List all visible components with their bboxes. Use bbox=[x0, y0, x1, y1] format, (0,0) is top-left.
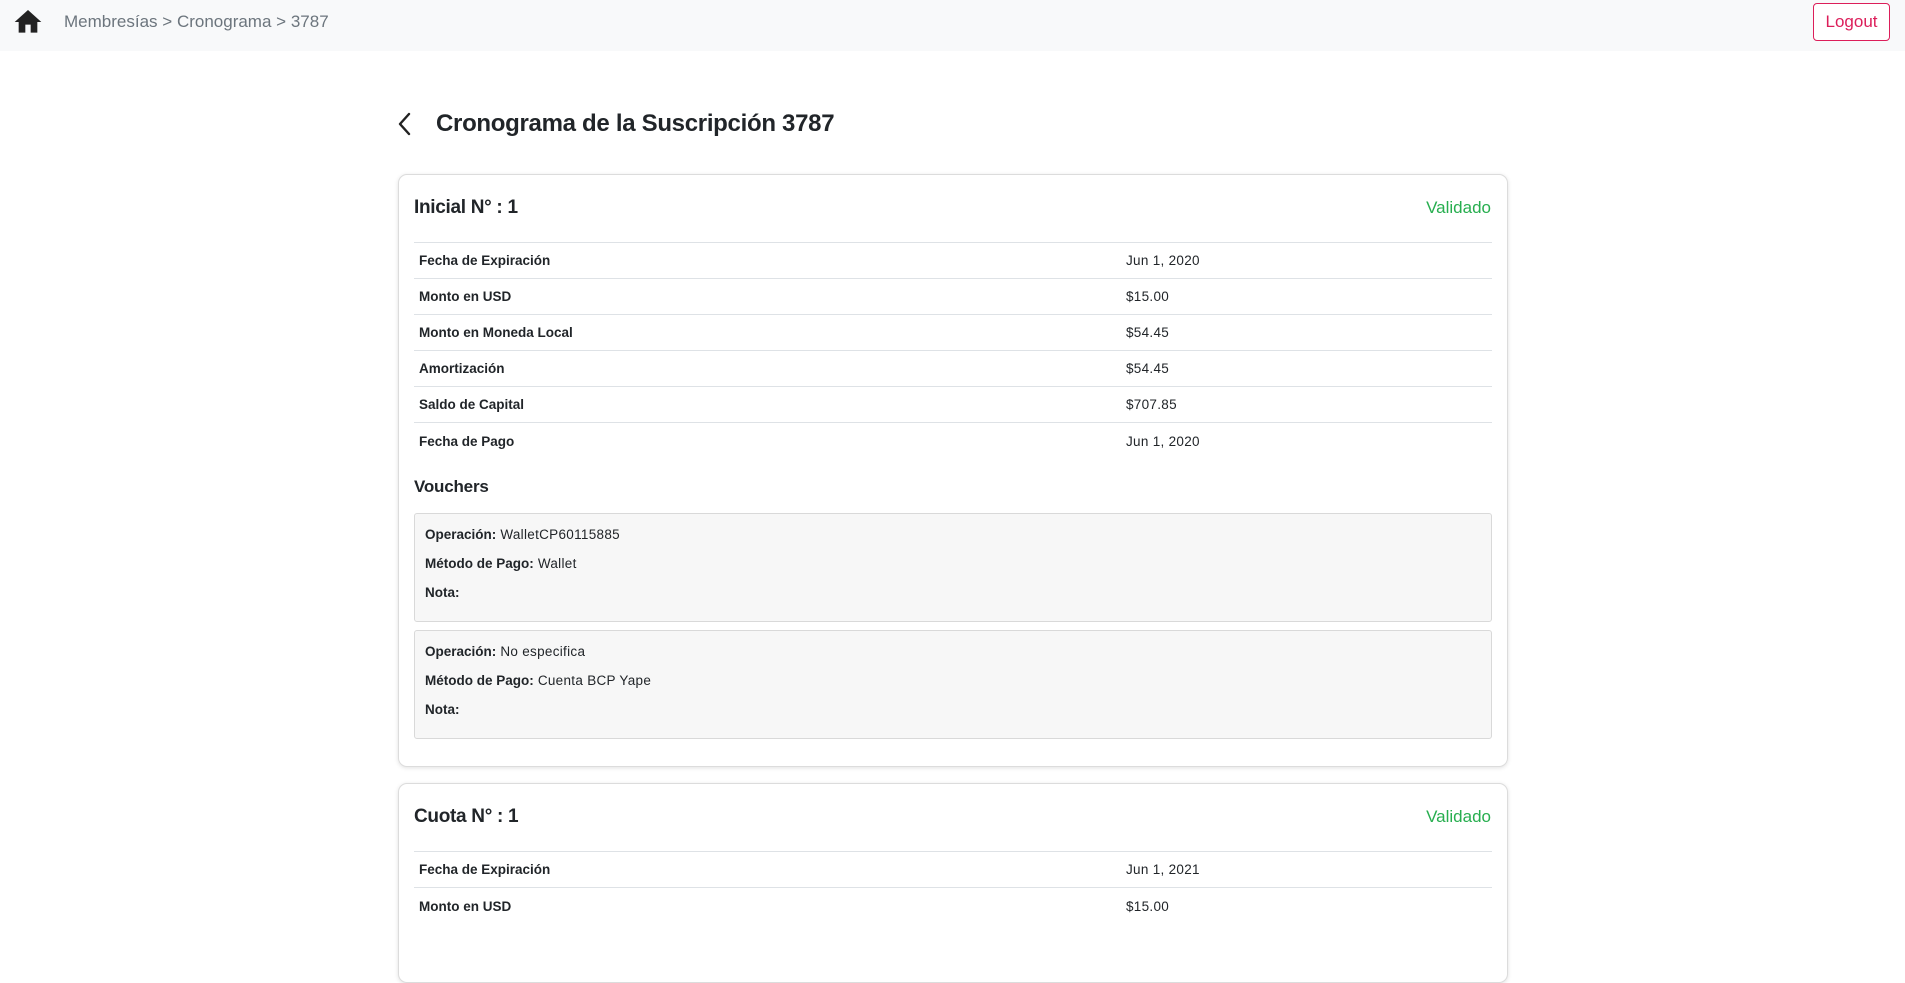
table-row: Fecha de Pago Jun 1, 2020 bbox=[414, 423, 1492, 459]
breadcrumb-item-current: 3787 bbox=[290, 12, 329, 31]
table-row: Fecha de Expiración Jun 1, 2021 bbox=[414, 852, 1492, 888]
method-value: Wallet bbox=[537, 556, 577, 571]
page-header: Cronograma de la Suscripción 3787 bbox=[394, 106, 835, 142]
note-label: Nota: bbox=[425, 702, 460, 717]
row-label: Saldo de Capital bbox=[419, 397, 525, 412]
table-row: Monto en USD $15.00 bbox=[414, 888, 1492, 924]
voucher-method: Método de Pago: Cuenta BCP Yape bbox=[425, 666, 1481, 695]
row-value: Jun 1, 2020 bbox=[1126, 253, 1200, 268]
row-value: $707.85 bbox=[1126, 397, 1177, 412]
row-value: $15.00 bbox=[1126, 898, 1170, 914]
row-label: Fecha de Expiración bbox=[419, 253, 551, 268]
breadcrumb-separator: > bbox=[162, 12, 173, 31]
row-label: Amortización bbox=[419, 361, 505, 376]
row-value: Jun 1, 2020 bbox=[1126, 433, 1200, 449]
breadcrumb-item-membresias[interactable]: Membresías bbox=[64, 12, 158, 31]
breadcrumb-item-cronograma[interactable]: Cronograma bbox=[177, 12, 272, 31]
row-value: $54.45 bbox=[1126, 325, 1170, 340]
card-title: Inicial N° : 1 bbox=[414, 197, 518, 218]
installment-card: Inicial N° : 1 Validado Fecha de Expirac… bbox=[398, 174, 1508, 767]
method-value: Cuenta BCP Yape bbox=[537, 673, 652, 688]
table-row: Monto en Moneda Local $54.45 bbox=[414, 315, 1492, 351]
operation-value: WalletCP60115885 bbox=[500, 527, 620, 542]
card-title: Cuota N° : 1 bbox=[414, 806, 519, 827]
page-title: Cronograma de la Suscripción 3787 bbox=[436, 110, 835, 137]
installment-card: Cuota N° : 1 Validado Fecha de Expiració… bbox=[398, 783, 1508, 983]
row-label: Fecha de Pago bbox=[419, 433, 515, 449]
chevron-left-icon[interactable] bbox=[394, 109, 416, 139]
home-icon[interactable] bbox=[12, 6, 44, 38]
note-label: Nota: bbox=[425, 585, 460, 600]
breadcrumb: Membresías > Cronograma > 3787 bbox=[64, 12, 329, 32]
row-label: Monto en USD bbox=[419, 898, 512, 914]
operation-label: Operación: bbox=[425, 644, 497, 659]
row-value: $54.45 bbox=[1126, 361, 1170, 376]
breadcrumb-separator: > bbox=[276, 12, 287, 31]
voucher-note: Nota: bbox=[425, 578, 1481, 607]
row-label: Monto en Moneda Local bbox=[419, 325, 573, 340]
table-row: Monto en USD $15.00 bbox=[414, 279, 1492, 315]
detail-table: Fecha de Expiración Jun 1, 2021 Monto en… bbox=[414, 851, 1492, 924]
operation-value: No especifica bbox=[500, 644, 586, 659]
card-header: Cuota N° : 1 Validado bbox=[399, 784, 1507, 851]
voucher-operation: Operación: WalletCP60115885 bbox=[425, 520, 1481, 549]
voucher-operation: Operación: No especifica bbox=[425, 637, 1481, 666]
status-badge: Validado bbox=[1426, 198, 1491, 217]
row-label: Monto en USD bbox=[419, 289, 512, 304]
card-header: Inicial N° : 1 Validado bbox=[399, 175, 1507, 242]
operation-label: Operación: bbox=[425, 527, 497, 542]
method-label: Método de Pago: bbox=[425, 673, 534, 688]
vouchers-heading: Vouchers bbox=[414, 477, 489, 496]
status-badge: Validado bbox=[1426, 807, 1491, 826]
voucher-item: Operación: WalletCP60115885 Método de Pa… bbox=[414, 513, 1492, 622]
detail-table: Fecha de Expiración Jun 1, 2020 Monto en… bbox=[414, 242, 1492, 459]
table-row: Amortización $54.45 bbox=[414, 351, 1492, 387]
row-label: Fecha de Expiración bbox=[419, 862, 551, 877]
table-row: Saldo de Capital $707.85 bbox=[414, 387, 1492, 423]
top-navbar: Membresías > Cronograma > 3787 Logout bbox=[0, 0, 1905, 51]
row-value: Jun 1, 2021 bbox=[1126, 862, 1200, 877]
voucher-note: Nota: bbox=[425, 695, 1481, 724]
table-row: Fecha de Expiración Jun 1, 2020 bbox=[414, 243, 1492, 279]
voucher-item: Operación: No especifica Método de Pago:… bbox=[414, 630, 1492, 739]
logout-button[interactable]: Logout bbox=[1813, 3, 1890, 41]
row-value: $15.00 bbox=[1126, 289, 1170, 304]
method-label: Método de Pago: bbox=[425, 556, 534, 571]
voucher-method: Método de Pago: Wallet bbox=[425, 549, 1481, 578]
